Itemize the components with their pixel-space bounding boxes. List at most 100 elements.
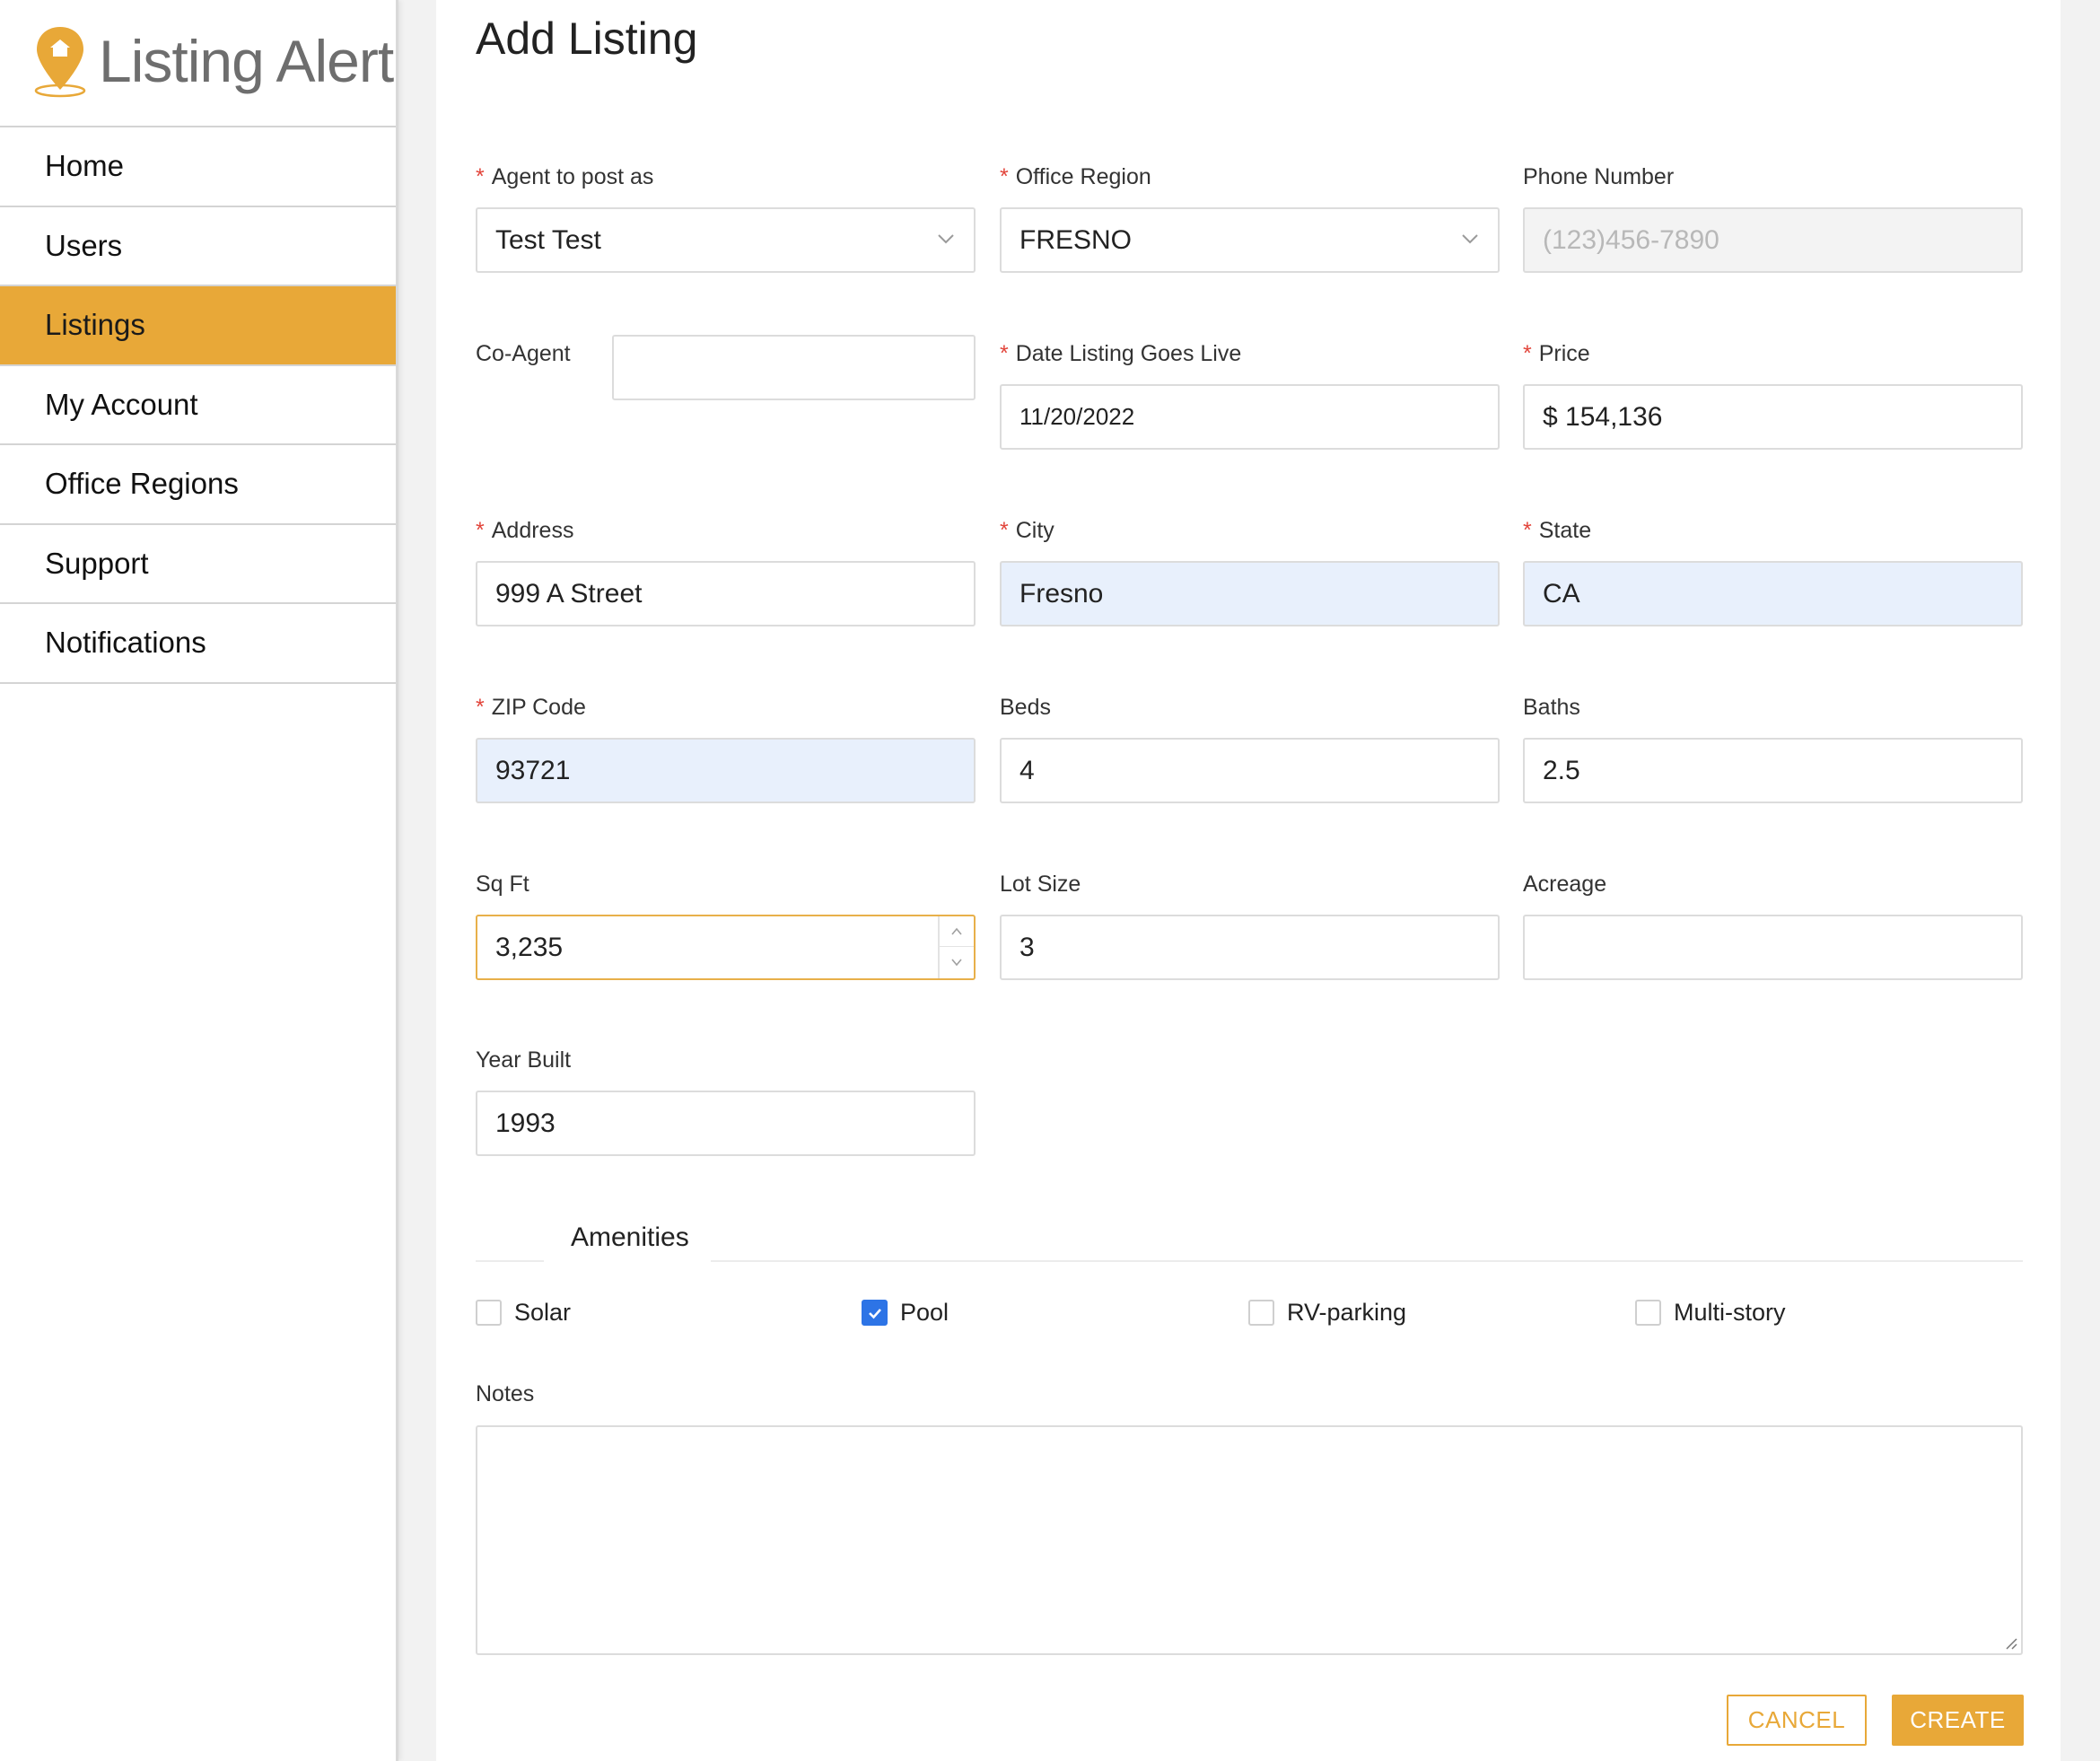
price-value: $ 154,136 (1543, 401, 1663, 432)
chevron-up-icon (951, 927, 962, 935)
beds-input[interactable]: 4 (1000, 738, 1500, 803)
checkbox[interactable] (476, 1300, 502, 1326)
zip-field: * ZIP Code (476, 692, 586, 723)
amenity-pool[interactable]: Pool (862, 1299, 949, 1327)
address-label: Address (491, 518, 574, 543)
amenities-title: Amenities (571, 1222, 689, 1252)
amenity-solar[interactable]: Solar (476, 1299, 571, 1327)
baths-input[interactable]: 2.5 (1523, 738, 2023, 803)
co-agent-input[interactable] (612, 335, 976, 400)
required-marker: * (476, 518, 485, 543)
agent-label: Agent to post as (491, 164, 654, 189)
co-agent-label: Co-Agent (476, 341, 571, 366)
phone-input: (123)456-7890 (1523, 207, 2023, 273)
zip-input[interactable]: 93721 (476, 738, 976, 803)
agent-select-value: Test Test (495, 224, 601, 255)
zip-value: 93721 (495, 755, 571, 785)
office-region-select-value: FRESNO (1019, 224, 1133, 255)
checkmark-icon (868, 1308, 881, 1319)
amenity-solar-label: Solar (514, 1299, 572, 1326)
address-value: 999 A Street (495, 578, 643, 609)
stepper-up-button[interactable] (940, 916, 974, 947)
sidebar-item-support[interactable]: Support (0, 525, 396, 604)
city-input[interactable]: Fresno (1000, 561, 1500, 626)
chevron-down-icon (1462, 234, 1478, 244)
date-live-field: * Date Listing Goes Live (1000, 338, 1241, 369)
chevron-down-icon (951, 959, 962, 967)
state-input[interactable]: CA (1523, 561, 2023, 626)
address-field: * Address (476, 515, 573, 546)
office-region-field: * Office Region (1000, 162, 1151, 192)
price-input[interactable]: $ 154,136 (1523, 384, 2023, 450)
sidebar-item-notifications[interactable]: Notifications (0, 604, 396, 684)
beds-value: 4 (1019, 755, 1035, 785)
lot-size-value: 3 (1019, 932, 1035, 962)
sqft-input[interactable]: 3,235 (476, 915, 976, 980)
cancel-button[interactable]: CANCEL (1727, 1695, 1867, 1746)
office-region-select[interactable]: FRESNO (1000, 207, 1500, 273)
stepper-down-button[interactable] (940, 947, 974, 977)
agent-field: * Agent to post as (476, 162, 653, 192)
beds-field: Beds (1000, 692, 1051, 723)
price-label: Price (1538, 341, 1590, 366)
amenity-multi-story[interactable]: Multi-story (1635, 1299, 1786, 1327)
year-built-field: Year Built (476, 1045, 571, 1075)
state-value: CA (1543, 578, 1580, 609)
notes-label: Notes (476, 1381, 535, 1406)
price-field: * Price (1523, 338, 1590, 369)
sqft-value: 3,235 (495, 932, 564, 962)
sqft-field: Sq Ft (476, 869, 529, 899)
sidebar-item-listings[interactable]: Listings (0, 286, 396, 366)
sidebar-item-users[interactable]: Users (0, 207, 396, 286)
sidebar-item-home[interactable]: Home (0, 127, 396, 207)
required-marker: * (476, 695, 485, 720)
date-live-input[interactable]: 11/20/2022 (1000, 384, 1500, 450)
number-stepper (938, 916, 974, 978)
page-title: Add Listing (476, 13, 698, 64)
year-built-label: Year Built (476, 1047, 572, 1073)
sidebar: Listing Alert Home Users Listings My Acc… (0, 0, 398, 1761)
amenity-multi-story-label: Multi-story (1674, 1299, 1786, 1326)
checkbox[interactable] (1248, 1300, 1274, 1326)
lot-size-label: Lot Size (1000, 872, 1081, 897)
baths-value: 2.5 (1543, 755, 1580, 785)
checkbox-checked[interactable] (862, 1300, 888, 1326)
app-logo[interactable]: Listing Alert (0, 0, 396, 126)
sidebar-nav: Home Users Listings My Account Office Re… (0, 126, 396, 684)
city-label: City (1015, 518, 1054, 543)
required-marker: * (1000, 164, 1009, 189)
required-marker: * (1523, 518, 1532, 543)
acreage-label: Acreage (1523, 872, 1607, 897)
date-live-value: 11/20/2022 (1019, 403, 1135, 430)
sidebar-item-office-regions[interactable]: Office Regions (0, 445, 396, 525)
required-marker: * (1000, 518, 1009, 543)
create-button[interactable]: CREATE (1892, 1695, 2024, 1746)
lot-size-field: Lot Size (1000, 869, 1081, 899)
year-built-input[interactable]: 1993 (476, 1091, 976, 1156)
address-input[interactable]: 999 A Street (476, 561, 976, 626)
checkbox[interactable] (1635, 1300, 1661, 1326)
phone-field: Phone Number (1523, 162, 1674, 192)
sidebar-item-my-account[interactable]: My Account (0, 366, 396, 445)
amenity-rv-parking[interactable]: RV-parking (1248, 1299, 1406, 1327)
app-name: Listing Alert (99, 28, 394, 94)
sqft-label: Sq Ft (476, 872, 529, 897)
baths-label: Baths (1523, 695, 1580, 720)
resize-handle-icon[interactable] (2003, 1635, 2017, 1650)
baths-field: Baths (1523, 692, 1580, 723)
lot-size-input[interactable]: 3 (1000, 915, 1500, 980)
state-label: State (1538, 518, 1592, 543)
chevron-down-icon (938, 234, 954, 244)
co-agent-field: Co-Agent (476, 338, 571, 369)
phone-placeholder: (123)456-7890 (1543, 224, 1719, 255)
required-marker: * (476, 164, 485, 189)
notes-field: Notes (476, 1379, 534, 1409)
agent-select[interactable]: Test Test (476, 207, 976, 273)
required-marker: * (1523, 341, 1532, 366)
add-listing-panel: Add Listing * Agent to post as Test Test … (436, 0, 2061, 1761)
acreage-input[interactable] (1523, 915, 2023, 980)
city-value: Fresno (1019, 578, 1104, 609)
office-region-label: Office Region (1015, 164, 1151, 189)
notes-textarea[interactable] (476, 1425, 2023, 1655)
phone-label: Phone Number (1523, 164, 1675, 189)
